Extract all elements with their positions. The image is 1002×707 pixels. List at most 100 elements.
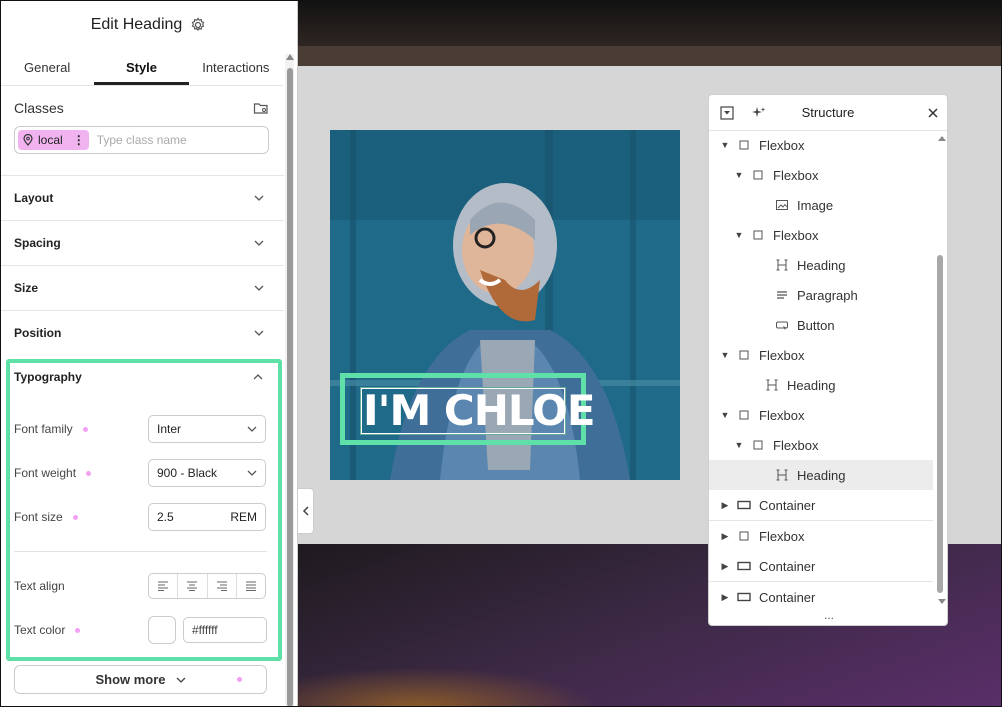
tree-item-flexbox[interactable]: ▼ Flexbox — [709, 160, 933, 190]
caret-right-icon[interactable]: ▶ — [719, 592, 731, 603]
font-family-label: Font family — [14, 422, 73, 436]
align-left-icon — [158, 581, 169, 591]
tree-item-container[interactable]: ▶ Container — [709, 490, 933, 520]
section-layout-label: Layout — [14, 191, 54, 205]
tab-general[interactable]: General — [0, 50, 94, 85]
caret-down-icon[interactable]: ▼ — [719, 350, 731, 360]
section-size[interactable]: Size — [0, 265, 284, 310]
chevron-down-icon — [254, 240, 264, 246]
caret-down-icon[interactable]: ▼ — [719, 140, 731, 150]
align-center-button[interactable] — [178, 574, 208, 598]
chevron-down-icon — [254, 195, 264, 201]
section-layout[interactable]: Layout — [0, 175, 284, 220]
scroll-up-arrow-icon[interactable] — [286, 54, 294, 60]
tree-item-flexbox[interactable]: ▶ Flexbox — [709, 521, 933, 551]
panel-tabs: General Style Interactions — [0, 50, 283, 86]
text-align-label: Text align — [14, 579, 65, 593]
scroll-up-arrow-icon[interactable] — [935, 133, 948, 143]
font-size-input[interactable]: 2.5 REM — [148, 503, 266, 531]
tree-item-flexbox[interactable]: ▼ Flexbox — [709, 400, 933, 430]
tree-item-flexbox[interactable]: ▼ Flexbox — [709, 130, 933, 160]
caret-down-icon[interactable]: ▼ — [733, 230, 745, 240]
collapse-panel-button[interactable] — [298, 488, 314, 534]
chip-more-icon[interactable]: ⋮ — [73, 133, 85, 147]
tree-item-label: Image — [797, 197, 834, 213]
settings-gear-icon[interactable] — [190, 17, 206, 33]
text-color-input[interactable]: #ffffff — [183, 617, 267, 643]
tree-item-heading[interactable]: Heading — [709, 250, 933, 280]
tree-item-label: Flexbox — [759, 137, 805, 153]
paragraph-icon — [777, 291, 787, 299]
caret-down-icon[interactable]: ▼ — [733, 440, 745, 450]
font-weight-label: Font weight — [14, 466, 77, 480]
font-family-value: Inter — [157, 422, 182, 436]
tree-item-container[interactable]: ▶ Container — [709, 582, 933, 612]
tree-item-label: Heading — [787, 377, 836, 393]
class-name-input[interactable]: local ⋮ Type class name — [14, 126, 269, 154]
align-right-button[interactable] — [208, 574, 237, 598]
caret-right-icon[interactable]: ▶ — [719, 531, 731, 542]
structure-scrollbar-thumb[interactable] — [937, 255, 943, 593]
text-color-swatch[interactable] — [148, 616, 176, 644]
section-spacing[interactable]: Spacing — [0, 220, 284, 265]
typography-title[interactable]: Typography — [14, 370, 82, 384]
tree-item-flexbox[interactable]: ▼ Flexbox — [709, 220, 933, 250]
font-weight-row: Font weight 900 - Black — [14, 459, 268, 487]
caret-down-icon[interactable]: ▼ — [733, 170, 745, 180]
tree-item-label: Button — [797, 317, 835, 333]
structure-footer-more[interactable]: ... — [709, 609, 947, 625]
tree-item-button[interactable]: Button — [709, 310, 933, 340]
tree-item-flexbox[interactable]: ▼ Flexbox — [709, 430, 933, 460]
caret-down-icon[interactable]: ▼ — [719, 410, 731, 420]
align-justify-button[interactable] — [237, 574, 265, 598]
class-input-placeholder: Type class name — [96, 133, 187, 147]
font-size-unit[interactable]: REM — [230, 510, 257, 524]
tree-item-paragraph[interactable]: Paragraph — [709, 280, 933, 310]
box-icon — [739, 350, 749, 360]
tree-item-label: Flexbox — [759, 347, 805, 363]
box-icon — [753, 440, 763, 450]
typography-divider — [14, 551, 267, 552]
show-more-button[interactable]: Show more — [14, 665, 267, 694]
box-icon — [739, 410, 749, 420]
class-chip-label: local — [38, 133, 63, 147]
caret-right-icon[interactable]: ▶ — [719, 500, 731, 511]
section-size-label: Size — [14, 281, 39, 295]
class-chip-local[interactable]: local ⋮ — [18, 130, 89, 150]
panel-scrollbar-thumb[interactable] — [287, 68, 293, 707]
tree-item-heading[interactable]: Heading — [709, 460, 933, 490]
font-size-row: Font size 2.5 REM — [14, 503, 268, 531]
tree-item-label: Heading — [797, 467, 846, 483]
tab-style[interactable]: Style — [94, 50, 189, 85]
chevron-left-icon — [302, 506, 309, 516]
scroll-down-arrow-icon[interactable] — [935, 597, 948, 607]
canvas-bottom-glow — [298, 667, 598, 707]
chevron-down-icon — [247, 426, 257, 432]
section-position[interactable]: Position — [0, 310, 284, 355]
tree-item-heading[interactable]: Heading — [709, 370, 933, 400]
tree-item-flexbox[interactable]: ▼ Flexbox — [709, 340, 933, 370]
font-family-indicator — [82, 426, 88, 432]
tree-item-label: Flexbox — [759, 528, 805, 544]
tree-item-image[interactable]: Image — [709, 190, 933, 220]
hero-heading[interactable]: I'M CHLOE — [363, 386, 596, 435]
tree-item-label: Flexbox — [773, 437, 819, 453]
caret-right-icon[interactable]: ▶ — [719, 561, 731, 572]
section-spacing-label: Spacing — [14, 236, 61, 250]
tree-item-label: Heading — [797, 257, 846, 273]
panel-header: Edit Heading — [0, 0, 297, 50]
text-color-row: Text color #ffffff — [14, 616, 268, 644]
font-weight-select[interactable]: 900 - Black — [148, 459, 266, 487]
font-family-select[interactable]: Inter — [148, 415, 266, 443]
tree-item-container[interactable]: ▶ Container — [709, 551, 933, 581]
text-color-indicator — [75, 627, 81, 633]
align-center-icon — [187, 581, 198, 591]
classes-label: Classes — [14, 100, 64, 116]
chevron-up-icon[interactable] — [253, 372, 263, 382]
close-icon[interactable] — [925, 105, 941, 121]
structure-title: Structure — [801, 105, 855, 120]
folder-icon[interactable] — [253, 100, 269, 116]
tab-interactions[interactable]: Interactions — [189, 50, 283, 85]
panel-title: Edit Heading — [90, 16, 183, 33]
align-left-button[interactable] — [149, 574, 179, 598]
